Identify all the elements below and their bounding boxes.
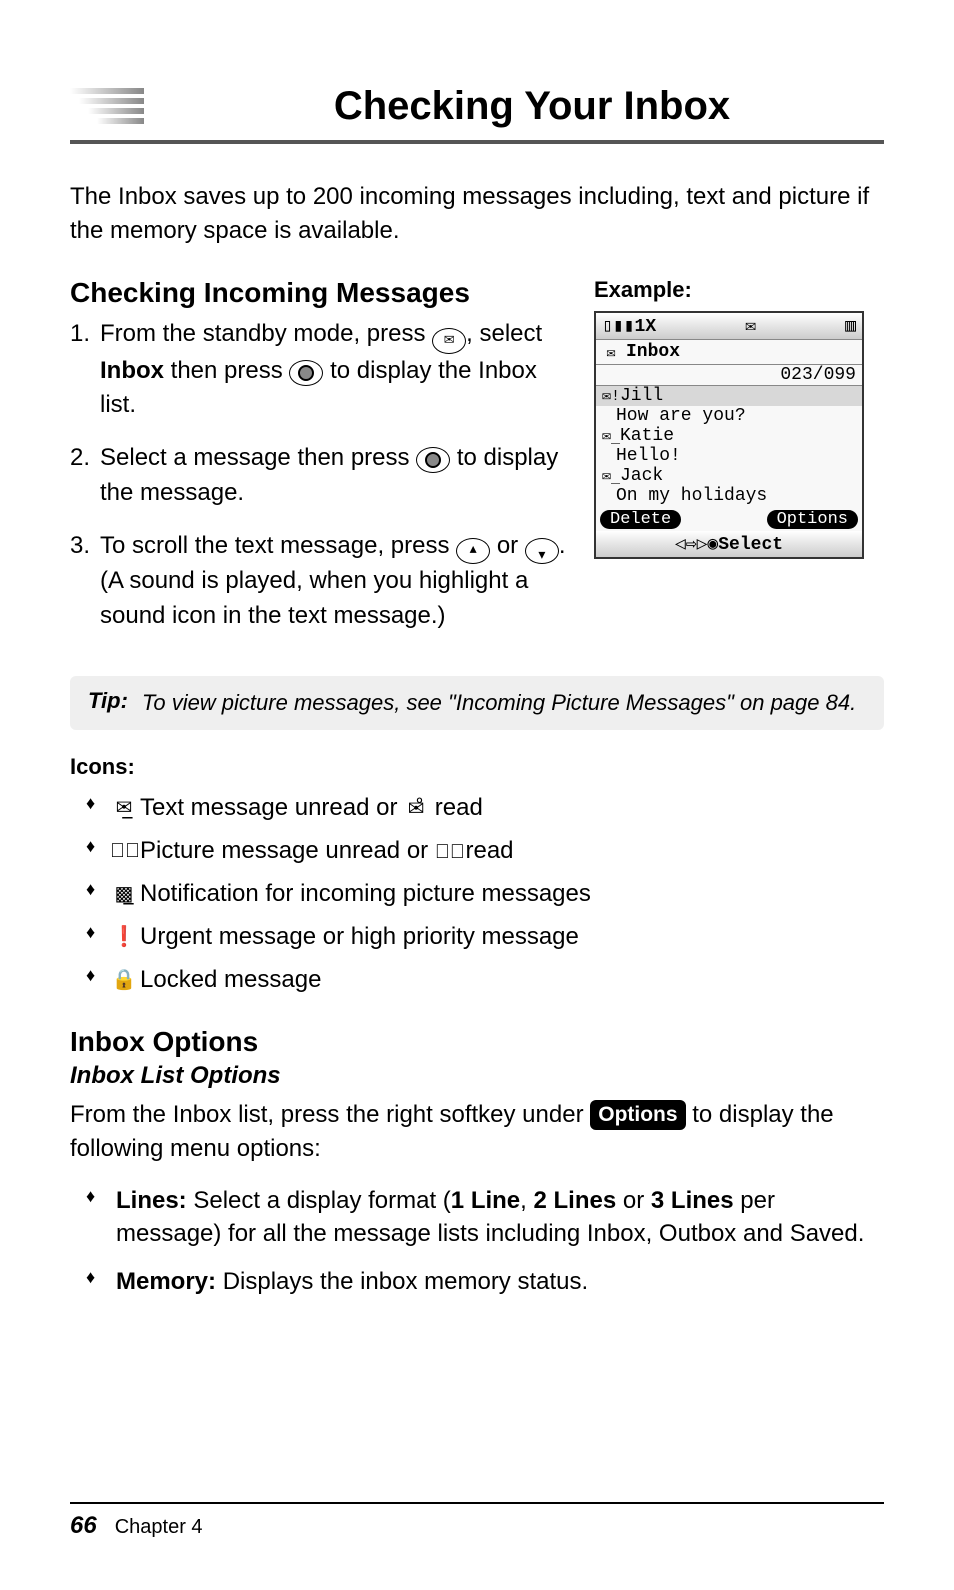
message-indicator-icon: ✉ [745, 315, 756, 337]
message-preview-jill: How are you? [596, 406, 862, 426]
message-row-jill: ✉!Jill [596, 386, 862, 406]
step-3: To scroll the text message, press or . (… [100, 529, 568, 634]
message-row-katie: ✉̲Katie [596, 426, 862, 446]
tip-box: Tip: To view picture messages, see "Inco… [70, 676, 884, 731]
icon-desc: read [459, 837, 514, 864]
header-lines-icon [70, 80, 150, 132]
options-paragraph: From the Inbox list, press the right sof… [70, 1098, 884, 1165]
icon-item-notification: ▩̲ Notification for incoming picture mes… [80, 874, 884, 915]
read-icon: ✉̲ [602, 466, 620, 485]
softkey-delete: Delete [600, 510, 681, 529]
phone-status-bar: ▯▮▮1X ✉ ▥ [596, 313, 862, 340]
page-title: Checking Your Inbox [180, 84, 884, 129]
option-text: , [520, 1187, 533, 1214]
step-2-text-a: Select a message then press [100, 444, 416, 471]
step-2: Select a message then press to display t… [100, 441, 568, 511]
urgent-icon: ❗ [110, 920, 138, 954]
unread-urgent-icon: ✉! [602, 386, 620, 405]
page-footer: 66 Chapter 4 [70, 1502, 884, 1540]
phone-nav-hints: ◁⇨▷◉Select [596, 531, 862, 557]
notification-icon: ▩̲ [110, 877, 138, 911]
option-bold: 1 Line [451, 1187, 520, 1214]
step-1-inbox-bold: Inbox [100, 357, 164, 384]
down-key-icon [525, 538, 559, 564]
lock-icon: 🔒 [110, 963, 138, 997]
header-rule [70, 140, 884, 144]
inbox-icon: ✉ [602, 343, 620, 362]
sender-name: Jill [620, 386, 663, 406]
option-label: Lines: [116, 1187, 187, 1214]
icon-item-urgent: ❗ Urgent message or high priority messag… [80, 917, 884, 958]
para-text-a: From the Inbox list, press the right sof… [70, 1101, 590, 1128]
sender-name: Jack [620, 466, 663, 486]
step-3-text-a: To scroll the text message, press [100, 532, 456, 559]
step-1: From the standby mode, press , select In… [100, 317, 568, 423]
option-text: or [616, 1187, 651, 1214]
message-preview-katie: Hello! [596, 446, 862, 466]
step-1-text-b: , select [466, 320, 542, 347]
section-options-heading: Inbox Options [70, 1026, 884, 1058]
tip-text: To view picture messages, see "Incoming … [142, 688, 866, 719]
option-text: Select a display format ( [187, 1187, 451, 1214]
icon-desc: read [428, 794, 483, 821]
center-key-icon [416, 447, 450, 473]
tip-label: Tip: [88, 688, 128, 719]
signal-icon: ▯▮▮1X [602, 315, 656, 337]
icon-desc: Text message unread or [140, 794, 404, 821]
option-lines: Lines: Select a display format (1 Line, … [80, 1184, 884, 1251]
picture-unread-icon: ✉⃞ [110, 834, 138, 868]
icon-item-picture: ✉⃞ Picture message unread or ✉⃝ read [80, 831, 884, 872]
icon-item-locked: 🔒 Locked message [80, 960, 884, 1001]
up-key-icon [456, 538, 490, 564]
center-key-icon [289, 360, 323, 386]
battery-icon: ▥ [845, 315, 856, 337]
options-pill: Options [590, 1100, 685, 1129]
option-label: Memory: [116, 1268, 216, 1295]
intro-paragraph: The Inbox saves up to 200 incoming messa… [70, 180, 884, 247]
message-key-icon [432, 328, 466, 354]
picture-read-icon: ✉⃝ [435, 835, 459, 869]
read-icon: ✉̲ [602, 426, 620, 445]
subsection-list-options: Inbox List Options [70, 1062, 884, 1090]
phone-title: Inbox [626, 342, 680, 362]
step-1-text-a: From the standby mode, press [100, 320, 432, 347]
icon-desc: Notification for incoming picture messag… [140, 880, 591, 907]
option-memory: Memory: Displays the inbox memory status… [80, 1265, 884, 1299]
option-bold: 2 Lines [534, 1187, 617, 1214]
softkey-options: Options [767, 510, 858, 529]
section-checking-heading: Checking Incoming Messages [70, 277, 568, 309]
step-1-text-d: then press [164, 357, 289, 384]
step-3-text-b: or [490, 532, 525, 559]
chapter-label: Chapter 4 [115, 1516, 203, 1539]
message-preview-jack: On my holidays [596, 486, 862, 506]
icon-item-text: ✉̲ Text message unread or ✉̊ read [80, 788, 884, 829]
icon-desc: Picture message unread or [140, 837, 435, 864]
icon-desc: Locked message [140, 966, 321, 993]
icons-heading: Icons: [70, 754, 884, 780]
text-unread-icon: ✉̲ [110, 791, 138, 825]
text-read-icon: ✉̊ [404, 792, 428, 826]
option-bold: 3 Lines [651, 1187, 734, 1214]
message-row-jack: ✉̲Jack [596, 466, 862, 486]
sender-name: Katie [620, 426, 674, 446]
phone-title-bar: ✉ Inbox [596, 340, 862, 365]
message-counter: 023/099 [596, 365, 862, 386]
icon-desc: Urgent message or high priority message [140, 923, 579, 950]
phone-mockup: ▯▮▮1X ✉ ▥ ✉ Inbox 023/099 ✉!Jill How are… [594, 311, 864, 559]
softkey-bar: Delete Options [596, 506, 862, 531]
example-label: Example: [594, 277, 884, 303]
option-text: Displays the inbox memory status. [216, 1268, 588, 1295]
page-number: 66 [70, 1512, 97, 1540]
